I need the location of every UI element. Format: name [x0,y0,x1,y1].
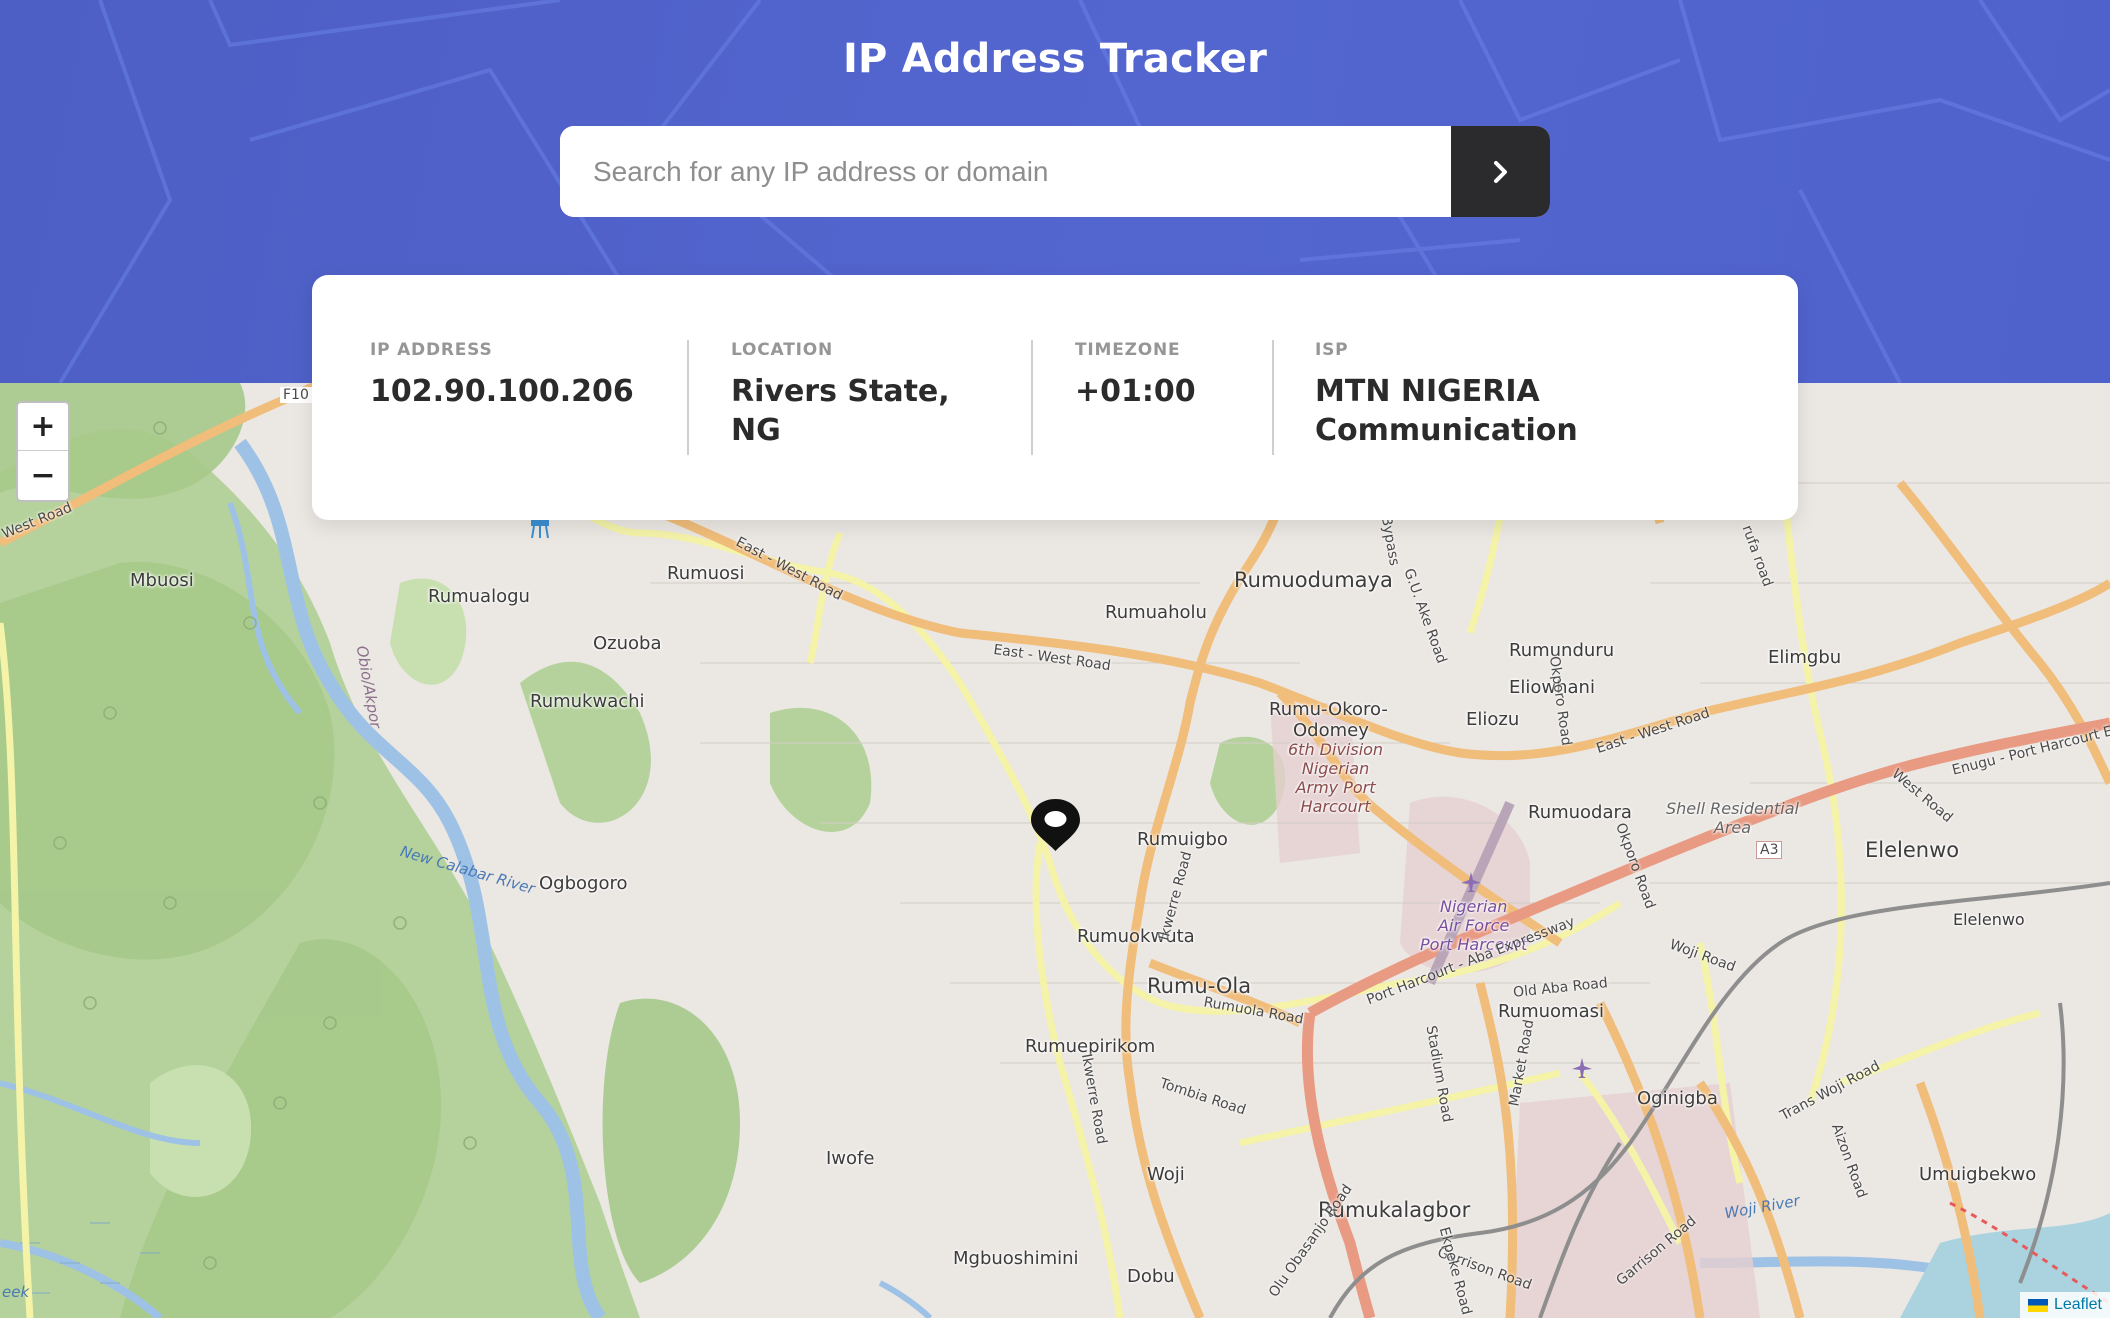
map-place-label: Rumuomasi [1498,1001,1605,1022]
ip-info-card: IP ADDRESS 102.90.100.206 LOCATION River… [312,275,1798,520]
airport-icon [1572,1058,1592,1078]
map-place-label: Rumuosi [667,563,745,584]
divider [687,340,689,455]
location-value-line2: NG [731,413,781,448]
map-place-label: Elimgbu [1768,647,1842,668]
timezone-value: +01:00 [1075,374,1196,409]
timezone-label: TIMEZONE [1075,340,1181,360]
location-section: LOCATION Rivers State, NG [731,340,950,450]
isp-value-line2: Communication [1315,413,1578,448]
isp-value-line1: MTN NIGERIA [1315,374,1540,409]
leaflet-link[interactable]: Leaflet [2054,1296,2102,1314]
zoom-in-button[interactable]: + [18,403,68,451]
map-river-label: eek [2,1283,30,1301]
map-place-label: Umuigbekwo [1919,1164,2037,1185]
map-place-label: Odomey [1293,720,1369,741]
map-place-label: Rumu-Okoro- [1269,699,1388,720]
airport-icon [1461,872,1481,892]
ip-address-label: IP ADDRESS [370,340,493,360]
map-place-label: Rumuokwuta [1077,926,1195,947]
zoom-out-button[interactable]: − [18,451,68,499]
isp-label: ISP [1315,340,1349,360]
map-place-label: Rumu-Ola [1147,974,1252,998]
map-place-label: Rumuodara [1528,802,1632,823]
map-place-label: Rumuodumaya [1234,568,1393,592]
map-place-label: Mbuosi [130,570,194,591]
map-place-label: Rumuaholu [1105,602,1207,623]
ukraine-flag-icon [2027,1298,2048,1312]
map-area-label: Shell Residential Area [1666,799,1799,837]
ip-address-value: 102.90.100.206 [370,374,634,409]
map-place-label: Elelenwo [1953,910,2025,929]
map-place-label: Eliozu [1466,709,1520,730]
water-tower-icon [531,520,549,539]
location-label: LOCATION [731,340,833,360]
divider [1031,340,1033,455]
timezone-section: TIMEZONE +01:00 [1075,340,1196,411]
map-place-label: Rumuigbo [1137,829,1228,850]
map-place-label: Mgbuoshimini [953,1248,1079,1269]
map-place-label: Rumukwachi [530,691,645,712]
location-value-line1: Rivers State, [731,374,950,409]
map-place-label: Iwofe [826,1148,875,1169]
isp-section: ISP MTN NIGERIA Communication [1315,340,1578,450]
map-attribution: Leaflet [2019,1292,2110,1318]
search-input[interactable] [560,126,1451,217]
search-submit-button[interactable] [1451,126,1550,217]
ip-address-section: IP ADDRESS 102.90.100.206 [370,340,634,411]
search-form [560,126,1550,217]
zoom-control: + − [16,401,70,502]
map-road-label: F10 [280,387,312,403]
divider [1272,340,1274,455]
map-place-label: Ozuoba [593,633,662,654]
map-road-label: A3 [1756,841,1783,859]
map-place-label: Oginigba [1637,1088,1718,1109]
map-area-label: 6th Division Nigerian Army Port Harcourt [1288,740,1384,816]
chevron-right-icon [1493,160,1507,183]
map-place-label: Dobu [1127,1266,1175,1287]
map-place-label: Ogbogoro [539,873,628,894]
page-title: IP Address Tracker [842,36,1268,82]
map-place-label: Woji [1147,1164,1185,1185]
location-marker-icon[interactable] [1029,797,1082,853]
map-place-label: Elelenwo [1865,838,1960,862]
map-place-label: Rumualogu [428,586,530,607]
